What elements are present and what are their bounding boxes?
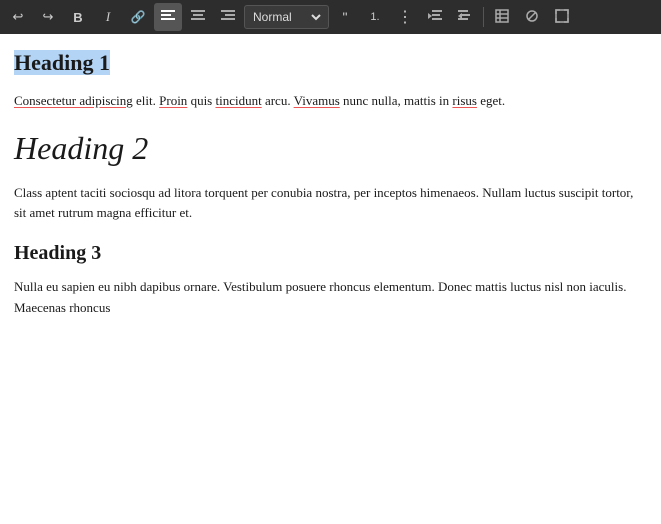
undo-icon: ↩ (13, 9, 24, 25)
heading3: Heading 3 (14, 242, 647, 265)
paragraph2: Class aptent taciti sociosqu ad litora t… (14, 183, 647, 225)
blockquote-icon: " (343, 9, 348, 25)
link-risus[interactable]: risus (452, 93, 477, 108)
heading1: Heading 1 (14, 50, 110, 75)
outdent-button[interactable] (421, 3, 449, 31)
format-select-wrapper[interactable]: Normal Heading 1 Heading 2 Heading 3 (244, 5, 329, 29)
italic-icon: I (106, 9, 110, 25)
heading2: Heading 2 (14, 130, 647, 167)
link-vivamus[interactable]: Vivamus (294, 93, 340, 108)
link-proin[interactable]: Proin (159, 93, 187, 108)
format-select[interactable]: Normal Heading 1 Heading 2 Heading 3 (249, 9, 324, 25)
more-options-icon: ⋮ (397, 7, 413, 27)
align-right-icon (221, 10, 235, 25)
maximize-button[interactable] (548, 3, 576, 31)
table-button[interactable] (488, 3, 516, 31)
blockquote-button[interactable]: " (331, 3, 359, 31)
ordered-list-button[interactable]: 1. (361, 3, 389, 31)
more-options-button[interactable]: ⋮ (391, 3, 419, 31)
link-icon: 🔗 (131, 10, 146, 24)
bold-icon: B (73, 10, 82, 25)
align-center-icon (191, 10, 205, 25)
ordered-list-icon: 1. (370, 11, 379, 23)
heading1-wrapper: Heading 1 (14, 48, 647, 79)
link-tincidunt[interactable]: tincidunt (215, 93, 261, 108)
redo-button[interactable]: ↪ (34, 3, 62, 31)
indent-icon (458, 10, 472, 25)
strikethrough-button[interactable] (518, 3, 546, 31)
align-left-button[interactable] (154, 3, 182, 31)
paragraph1: Consectetur adipiscing elit. Proin quis … (14, 91, 647, 112)
paragraph3: Nulla eu sapien eu nibh dapibus ornare. … (14, 277, 647, 319)
italic-button[interactable]: I (94, 3, 122, 31)
outdent-icon (428, 10, 442, 25)
link-button[interactable]: 🔗 (124, 3, 152, 31)
link-consectetur[interactable]: Consectetur adipiscing (14, 93, 133, 108)
indent-button[interactable] (451, 3, 479, 31)
align-left-icon (161, 10, 175, 25)
toolbar: ↩ ↪ B I 🔗 Normal Heading 1 Heading 2 Hea… (0, 0, 661, 34)
maximize-icon (555, 9, 569, 26)
align-center-button[interactable] (184, 3, 212, 31)
redo-icon: ↪ (43, 9, 54, 25)
align-right-button[interactable] (214, 3, 242, 31)
toolbar-divider (483, 7, 484, 27)
bold-button[interactable]: B (64, 3, 92, 31)
table-icon (495, 9, 509, 26)
strikethrough-icon (525, 9, 539, 26)
editor-area[interactable]: Heading 1 Consectetur adipiscing elit. P… (0, 34, 661, 524)
undo-button[interactable]: ↩ (4, 3, 32, 31)
